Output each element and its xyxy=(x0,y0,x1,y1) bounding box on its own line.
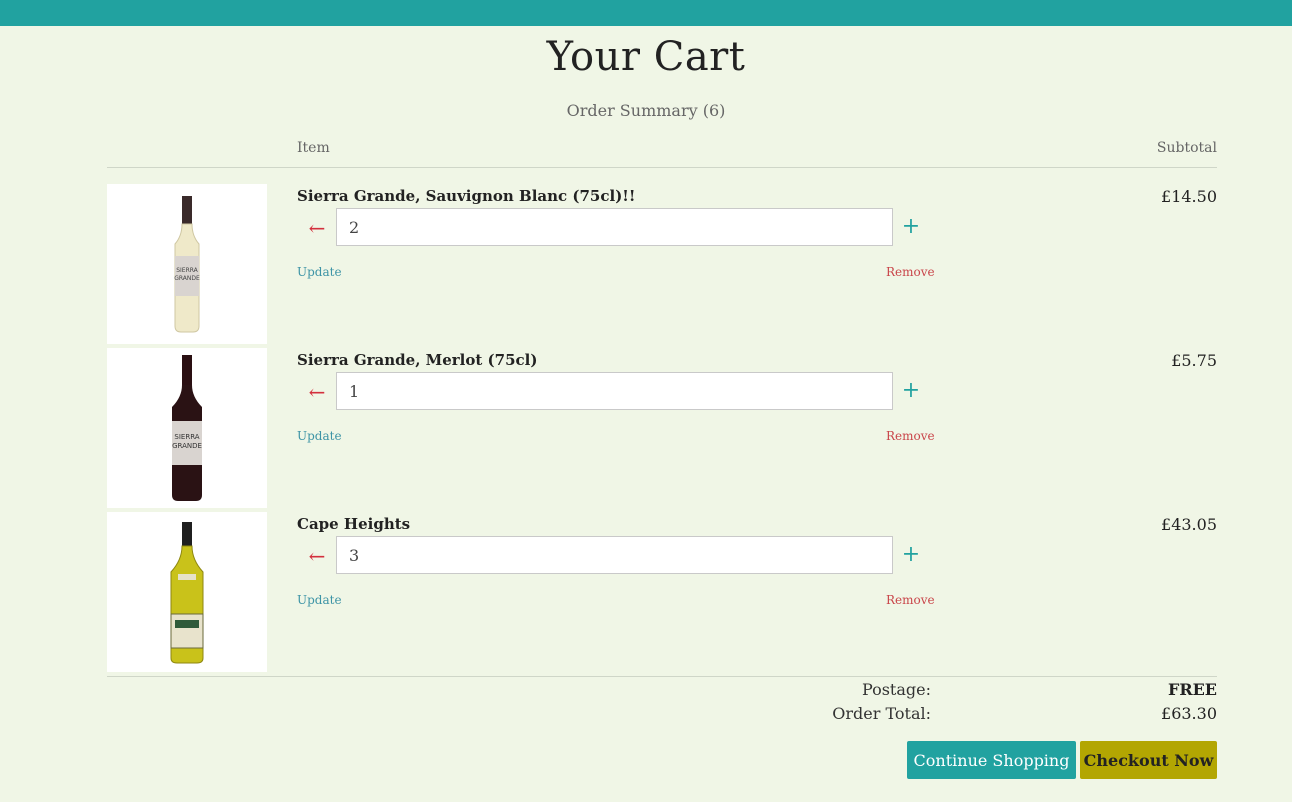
label-text: SIERRA xyxy=(174,433,199,441)
white-wine-bottle-image: SIERRA GRANDE xyxy=(174,196,200,333)
postage-label: Postage: xyxy=(861,680,931,699)
continue-shopping-button[interactable]: Continue Shopping xyxy=(907,741,1076,779)
cart-item: SIERRA GRANDE Sierra Grande, Merlot (75c… xyxy=(107,348,1217,508)
totals-divider xyxy=(107,676,1217,677)
white-wine-bottle-image xyxy=(170,521,204,663)
arrow-left-icon: ← xyxy=(308,216,326,240)
cart-item: SIERRA GRANDE Sierra Grande, Sauvignon B… xyxy=(107,184,1217,344)
quantity-input[interactable] xyxy=(336,208,893,246)
header-divider xyxy=(107,167,1217,168)
arrow-left-icon: ← xyxy=(308,380,326,404)
plus-icon: + xyxy=(901,542,921,567)
order-total-value: £63.30 xyxy=(1161,704,1217,723)
remove-link[interactable]: Remove xyxy=(886,429,935,443)
red-wine-bottle-image: SIERRA GRANDE xyxy=(172,355,202,501)
product-name[interactable]: Cape Heights xyxy=(297,515,410,533)
item-subtotal: £14.50 xyxy=(1161,187,1217,206)
product-name[interactable]: Sierra Grande, Merlot (75cl) xyxy=(297,351,537,369)
label-text: GRANDE xyxy=(172,442,202,450)
postage-value: FREE xyxy=(1167,680,1217,699)
update-link[interactable]: Update xyxy=(297,265,342,279)
plus-icon: + xyxy=(901,378,921,403)
label-text: SIERRA xyxy=(176,267,198,274)
remove-link[interactable]: Remove xyxy=(886,265,935,279)
cart-item: Cape Heights £43.05 ← + Update Remove xyxy=(107,512,1217,672)
top-bar xyxy=(0,0,1292,26)
label-text: GRANDE xyxy=(174,275,200,282)
item-subtotal: £43.05 xyxy=(1161,515,1217,534)
product-name[interactable]: Sierra Grande, Sauvignon Blanc (75cl)!! xyxy=(297,187,635,205)
quantity-input[interactable] xyxy=(336,372,893,410)
increment-quantity-button[interactable]: + xyxy=(900,542,922,568)
page-title: Your Cart xyxy=(546,34,746,80)
product-image[interactable] xyxy=(107,512,267,672)
column-header-item: Item xyxy=(297,140,330,156)
checkout-now-button[interactable]: Checkout Now xyxy=(1080,741,1217,779)
update-link[interactable]: Update xyxy=(297,593,342,607)
increment-quantity-button[interactable]: + xyxy=(900,214,922,240)
decrement-quantity-button[interactable]: ← xyxy=(305,544,329,568)
update-link[interactable]: Update xyxy=(297,429,342,443)
remove-link[interactable]: Remove xyxy=(886,593,935,607)
increment-quantity-button[interactable]: + xyxy=(900,378,922,404)
quantity-input[interactable] xyxy=(336,536,893,574)
decrement-quantity-button[interactable]: ← xyxy=(305,216,329,240)
order-summary-label: Order Summary (6) xyxy=(566,101,726,120)
column-header-subtotal: Subtotal xyxy=(1156,140,1217,156)
order-total-label: Order Total: xyxy=(832,704,931,723)
plus-icon: + xyxy=(901,214,921,239)
product-image[interactable]: SIERRA GRANDE xyxy=(107,184,267,344)
product-image[interactable]: SIERRA GRANDE xyxy=(107,348,267,508)
arrow-left-icon: ← xyxy=(308,544,326,568)
decrement-quantity-button[interactable]: ← xyxy=(305,380,329,404)
item-subtotal: £5.75 xyxy=(1171,351,1217,370)
